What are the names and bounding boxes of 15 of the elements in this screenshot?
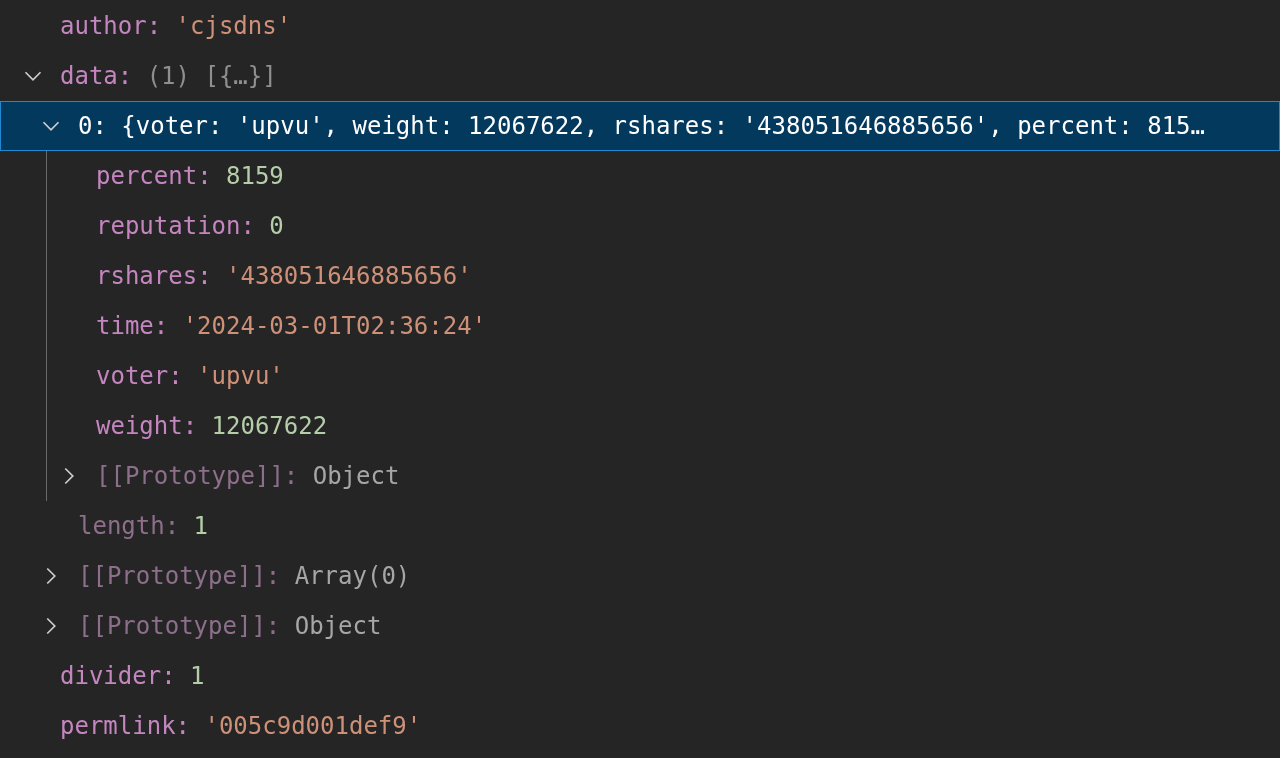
variable-row[interactable]: [[Prototype]]: Object (0, 601, 1280, 651)
variable-row[interactable]: permlink: '005c9d001def9' (0, 701, 1280, 751)
variable-row[interactable]: time: '2024-03-01T02:36:24' (0, 301, 1280, 351)
variable-row[interactable]: weight: 12067622 (0, 401, 1280, 451)
variable-row[interactable]: [[Prototype]]: Object (0, 451, 1280, 501)
variable-row[interactable]: voter: 'upvu' (0, 351, 1280, 401)
variable-row[interactable]: rshares: '438051646885656' (0, 251, 1280, 301)
variable-row[interactable]: percent: 8159 (0, 151, 1280, 201)
variable-row[interactable]: reputation: 0 (0, 201, 1280, 251)
variable-row[interactable]: data: (1) [{…}] (0, 51, 1280, 101)
variable-row[interactable]: 0: {voter: 'upvu', weight: 12067622, rshares: '438051646885656', percent: 815… (0, 101, 1280, 151)
variable-row[interactable]: length: 1 (0, 501, 1280, 551)
variable-row[interactable]: author: 'cjsdns' (0, 1, 1280, 51)
variable-row[interactable]: [[Prototype]]: Array(0) (0, 551, 1280, 601)
variable-row[interactable]: divider: 1 (0, 651, 1280, 701)
